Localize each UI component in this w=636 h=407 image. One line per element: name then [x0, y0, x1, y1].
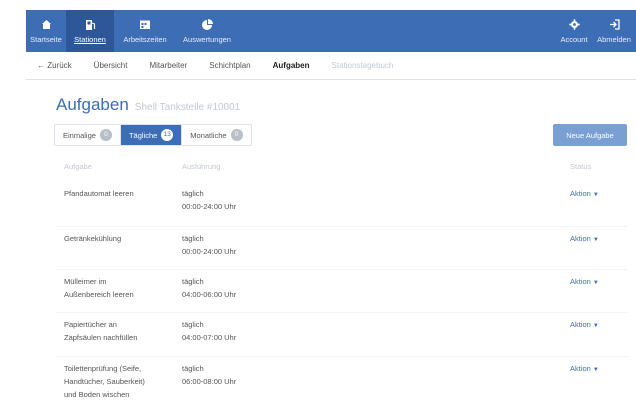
nav-account[interactable]: Account: [556, 10, 592, 52]
logout-icon: [608, 19, 620, 31]
tab-einmalige-label: Einmalige: [63, 130, 96, 140]
task-line: Papiertücher an: [64, 320, 117, 329]
schedule-line: täglich: [182, 364, 204, 373]
new-task-button[interactable]: Neue Aufgabe: [553, 124, 627, 146]
task-name: Toilettenprüfung (Seife, Handtücher, Sau…: [64, 362, 174, 401]
task-name: Papiertücher an Zapfsäulen nachfüllen: [64, 318, 174, 344]
tab-taegliche[interactable]: Tägliche 13: [120, 125, 183, 145]
schedule-line: 06:00-08:00 Uhr: [182, 377, 237, 386]
header-task: Aufgabe: [64, 162, 92, 171]
page-subtitle: Shell Tankstelle #10001: [134, 102, 241, 113]
page-heading: Aufgaben Shell Tankstelle #10001: [56, 95, 240, 115]
action-label: Aktion: [570, 320, 591, 329]
page-title: Aufgaben: [56, 95, 129, 114]
nav-auswertungen[interactable]: Auswertungen: [176, 10, 238, 52]
nav-startseite-label: Startseite: [30, 34, 62, 44]
period-tabs: Einmalige 0 Tägliche 13 Monatliche 0: [54, 124, 252, 146]
task-name: Pfandautomat leeren: [64, 187, 174, 200]
subnav-uebersicht[interactable]: Übersicht: [83, 52, 139, 80]
nav-arbeitszeiten-label: Arbeitszeiten: [123, 34, 167, 44]
task-name: Getränkekühlung: [64, 232, 174, 245]
schedule-line: 04:00-07:00 Uhr: [182, 333, 237, 342]
action-dropdown[interactable]: Aktion ▼: [570, 318, 599, 333]
nav-stationen[interactable]: Stationen: [66, 10, 114, 52]
task-line: Toilettenprüfung (Seife,: [64, 364, 142, 373]
header-exec: Ausführung: [182, 162, 221, 171]
subnav-schichtplan[interactable]: Schichtplan: [198, 52, 261, 80]
action-dropdown[interactable]: Aktion ▼: [570, 232, 599, 247]
task-line: Getränkekühlung: [64, 234, 122, 243]
schedule-line: täglich: [182, 234, 204, 243]
subnav-aufgaben[interactable]: Aufgaben: [262, 52, 321, 80]
back-link[interactable]: ← Zurück: [26, 52, 83, 80]
action-dropdown[interactable]: Aktion ▼: [570, 187, 599, 202]
row-divider: [56, 356, 628, 357]
action-dropdown[interactable]: Aktion ▼: [570, 362, 599, 377]
tab-taegliche-count: 13: [161, 129, 174, 141]
sub-navigation: ← Zurück Übersicht Mitarbeiter Schichtpl…: [26, 52, 636, 80]
action-label: Aktion: [570, 234, 591, 243]
schedule-line: täglich: [182, 320, 204, 329]
task-line: Zapfsäulen nachfüllen: [64, 333, 138, 342]
caret-down-icon: ▼: [592, 323, 599, 329]
top-navigation: Startseite Stationen Arbeitszeiten Auswe…: [26, 10, 636, 52]
row-divider: [56, 312, 628, 313]
nav-startseite[interactable]: Startseite: [26, 10, 66, 52]
action-label: Aktion: [570, 277, 591, 286]
task-line: Mülleimer im: [64, 277, 107, 286]
subnav-mitarbeiter[interactable]: Mitarbeiter: [138, 52, 198, 80]
task-name: Mülleimer im Außenbereich leeren: [64, 275, 174, 301]
tab-einmalige-count: 0: [99, 129, 112, 141]
tab-einmalige[interactable]: Einmalige 0: [55, 125, 121, 145]
station-icon: [84, 19, 96, 31]
schedule-line: täglich: [182, 189, 204, 198]
task-line: und Boden wischen: [64, 390, 130, 399]
nav-abmelden-label: Abmelden: [597, 34, 631, 44]
table-header: Aufgabe Ausführung Status: [64, 162, 626, 178]
nav-stationen-label: Stationen: [74, 34, 106, 44]
caret-down-icon: ▼: [592, 237, 599, 243]
nav-auswertungen-label: Auswertungen: [183, 34, 231, 44]
task-line: Handtücher, Sauberkeit): [64, 377, 145, 386]
row-divider: [56, 226, 628, 227]
nav-abmelden[interactable]: Abmelden: [592, 10, 636, 52]
nav-account-label: Account: [560, 34, 588, 44]
action-dropdown[interactable]: Aktion ▼: [570, 275, 599, 290]
schedule-line: 00:00-24:00 Uhr: [182, 247, 237, 256]
home-icon: [40, 19, 52, 31]
tab-taegliche-label: Tägliche: [128, 130, 158, 140]
tab-monatliche-label: Monatliche: [190, 130, 227, 140]
gear-icon: [568, 19, 580, 31]
tab-monatliche-count: 0: [230, 129, 243, 141]
task-line: Außenbereich leeren: [64, 290, 134, 299]
caret-down-icon: ▼: [592, 280, 599, 286]
header-status: Status: [570, 162, 592, 171]
pie-chart-icon: [201, 18, 213, 31]
task-schedule: täglich 04:00-06:00 Uhr: [182, 275, 302, 301]
schedule-line: 04:00-06:00 Uhr: [182, 290, 237, 299]
task-schedule: täglich 06:00-08:00 Uhr: [182, 362, 302, 388]
nav-arbeitszeiten[interactable]: Arbeitszeiten: [114, 10, 176, 52]
task-schedule: täglich 00:00-24:00 Uhr: [182, 232, 302, 258]
row-divider: [56, 269, 628, 270]
caret-down-icon: ▼: [592, 192, 599, 198]
schedule-line: täglich: [182, 277, 204, 286]
schedule-line: 00:00-24:00 Uhr: [182, 202, 237, 211]
caret-down-icon: ▼: [592, 367, 599, 373]
tab-monatliche[interactable]: Monatliche 0: [182, 125, 250, 145]
task-schedule: täglich 00:00-24:00 Uhr: [182, 187, 302, 213]
subnav-stationstagebuch[interactable]: Stationstagebuch: [321, 52, 405, 80]
action-label: Aktion: [570, 364, 591, 373]
task-line: Pfandautomat leeren: [64, 189, 134, 198]
action-label: Aktion: [570, 189, 591, 198]
task-schedule: täglich 04:00-07:00 Uhr: [182, 318, 302, 344]
calendar-icon: [139, 19, 151, 31]
